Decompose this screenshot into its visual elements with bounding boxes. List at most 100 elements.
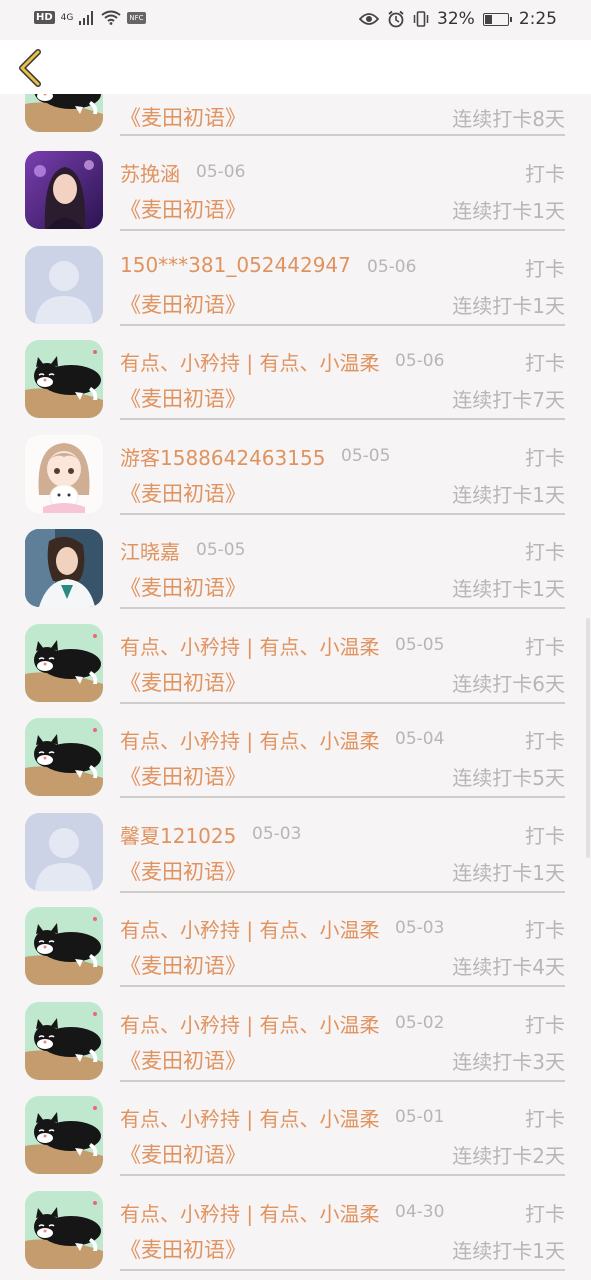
divider: [120, 323, 565, 326]
checkin-date: 05-01: [395, 1107, 445, 1127]
avatar[interactable]: [25, 245, 103, 324]
user-name[interactable]: 有点、小矜持 | 有点、小温柔: [120, 1198, 379, 1227]
avatar[interactable]: [25, 434, 103, 513]
user-name[interactable]: 有点、小矜持 | 有点、小温柔: [120, 347, 379, 376]
checkin-label: 打卡: [525, 918, 565, 942]
divider: [120, 512, 565, 515]
clock: 2:25: [518, 9, 557, 29]
checkin-label: 打卡: [525, 540, 565, 564]
divider: [120, 607, 565, 609]
checkin-date: 05-06: [367, 256, 417, 277]
vibrate-icon: [413, 11, 429, 27]
list-item[interactable]: 有点、小矜持 | 有点、小温柔 05-02 打卡 《麦田初语》 连续打卡3天: [0, 1001, 591, 1098]
list-item[interactable]: 有点、小矜持 | 有点、小温柔 05-04 打卡 《麦田初语》 连续打卡5天: [0, 718, 591, 814]
list-item[interactable]: 有点、小矜持 | 有点、小温柔 05-06 打卡 《麦田初语》 连续打卡7天: [0, 340, 591, 436]
divider: [120, 890, 565, 893]
checkin-label: 打卡: [525, 162, 565, 186]
divider: [120, 1079, 565, 1082]
streak-label: 连续打卡1天: [452, 577, 565, 601]
book-title: 《麦田初语》: [120, 1143, 246, 1167]
book-title: 《麦田初语》: [120, 1237, 246, 1262]
book-title: 《麦田初语》: [120, 954, 246, 978]
book-title: 《麦田初语》: [120, 292, 246, 317]
user-name[interactable]: 苏挽涵: [120, 158, 180, 187]
user-name[interactable]: 游客1588642463155: [120, 442, 325, 471]
streak-label: 连续打卡1天: [452, 199, 565, 223]
book-title: 《麦田初语》: [120, 481, 246, 506]
book-title: 《麦田初语》: [120, 106, 246, 130]
signal-icon: [79, 10, 95, 25]
checkin-label: 打卡: [525, 823, 565, 848]
list-item[interactable]: 江晓嘉 05-05 打卡《麦田初语》 连续打卡1天: [0, 529, 591, 625]
avatar[interactable]: [25, 340, 103, 418]
checkin-label: 打卡: [525, 634, 565, 659]
alarm-icon: [388, 10, 404, 28]
user-name[interactable]: 馨夏121025: [120, 820, 236, 849]
checkin-date: 05-04: [395, 729, 445, 749]
divider: [120, 134, 565, 136]
book-title: 《麦田初语》: [120, 198, 246, 222]
checkin-date: 05-03: [395, 918, 445, 938]
list-item[interactable]: 有点、小矜持 | 有点、小温柔 05-03 打卡《麦田初语》 连续打卡4天: [0, 907, 591, 1003]
user-name[interactable]: 有点、小矜持 | 有点、小温柔: [120, 631, 379, 660]
list-item[interactable]: 游客1588642463155 05-05 打卡 《麦田初语》 连续打卡1天: [0, 434, 591, 531]
divider: [120, 229, 565, 231]
user-name[interactable]: 有点、小矜持 | 有点、小温柔: [120, 725, 379, 754]
nfc-icon: NFC: [127, 11, 146, 24]
user-name[interactable]: 有点、小矜持 | 有点、小温柔: [120, 914, 379, 943]
list-item[interactable]: 150***381_052442947 05-06 打卡 《麦田初语》 连续打卡1天: [0, 245, 591, 342]
checkin-date: 05-06: [196, 162, 246, 182]
streak-label: 连续打卡2天: [452, 1144, 565, 1168]
avatar[interactable]: [25, 718, 103, 796]
streak-label: 连续打卡3天: [452, 1049, 565, 1074]
list-item[interactable]: 馨夏121025 05-03 打卡 《麦田初语》 连续打卡1天: [0, 812, 591, 909]
streak-label: 连续打卡1天: [452, 860, 565, 885]
divider: [120, 1174, 565, 1176]
checkin-date: 05-05: [196, 540, 246, 560]
checkin-label: 打卡: [525, 1107, 565, 1131]
streak-label: 连续打卡4天: [452, 955, 565, 979]
user-name[interactable]: 150***381_052442947: [120, 253, 351, 277]
scrollbar[interactable]: [586, 618, 590, 858]
checkin-date: 05-02: [395, 1012, 445, 1033]
avatar[interactable]: [25, 907, 103, 985]
user-name[interactable]: 有点、小矜持 | 有点、小温柔: [120, 1103, 379, 1132]
user-name[interactable]: 江晓嘉: [120, 536, 180, 565]
streak-label: 连续打卡8天: [452, 107, 565, 131]
streak-label: 连续打卡1天: [452, 1238, 565, 1263]
checkin-list: 《麦田初语》 连续打卡8天 苏挽涵 05-06 打卡 《麦田初语》 连续打卡1天 150*…: [0, 94, 591, 1280]
avatar[interactable]: [25, 151, 103, 229]
back-button[interactable]: [14, 48, 48, 88]
book-title: 《麦田初语》: [120, 765, 246, 789]
book-title: 《麦田初语》: [120, 1048, 246, 1073]
avatar[interactable]: [25, 529, 103, 607]
list-item[interactable]: 有点、小矜持 | 有点、小温柔 05-01 打卡《麦田初语》 连续打卡2天: [0, 1096, 591, 1192]
user-name[interactable]: 有点、小矜持 | 有点、小温柔: [120, 1009, 379, 1038]
avatar[interactable]: [25, 623, 103, 702]
hd-icon: HD: [34, 11, 55, 24]
divider: [120, 418, 565, 420]
list-item[interactable]: 有点、小矜持 | 有点、小温柔 04-30 打卡《麦田初语》 连续打卡1天: [0, 1190, 591, 1280]
wifi-icon: [101, 10, 121, 25]
avatar[interactable]: [25, 1190, 103, 1269]
divider: [120, 796, 565, 798]
avatar[interactable]: [25, 1096, 103, 1174]
book-title: 《麦田初语》: [120, 670, 246, 695]
book-title: 《麦田初语》: [120, 859, 246, 884]
checkin-date: 04-30: [395, 1201, 445, 1222]
list-item[interactable]: 有点、小矜持 | 有点、小温柔 05-05 打卡 《麦田初语》 连续打卡6天: [0, 623, 591, 720]
streak-label: 连续打卡1天: [452, 482, 565, 507]
network-label: 4G: [60, 12, 74, 23]
book-title: 《麦田初语》: [120, 576, 246, 600]
list-item-partial[interactable]: 《麦田初语》 连续打卡8天: [0, 94, 591, 152]
avatar[interactable]: [25, 812, 103, 891]
divider: [120, 701, 565, 704]
checkin-label: 打卡: [525, 1201, 565, 1226]
checkin-date: 05-05: [395, 634, 445, 655]
top-nav-bar: [0, 40, 591, 94]
avatar[interactable]: [25, 1001, 103, 1080]
chevron-left-icon: [19, 49, 41, 87]
checkin-label: 打卡: [525, 729, 565, 753]
battery-icon: [482, 12, 512, 26]
list-item[interactable]: 苏挽涵 05-06 打卡《麦田初语》 连续打卡1天: [0, 151, 591, 247]
